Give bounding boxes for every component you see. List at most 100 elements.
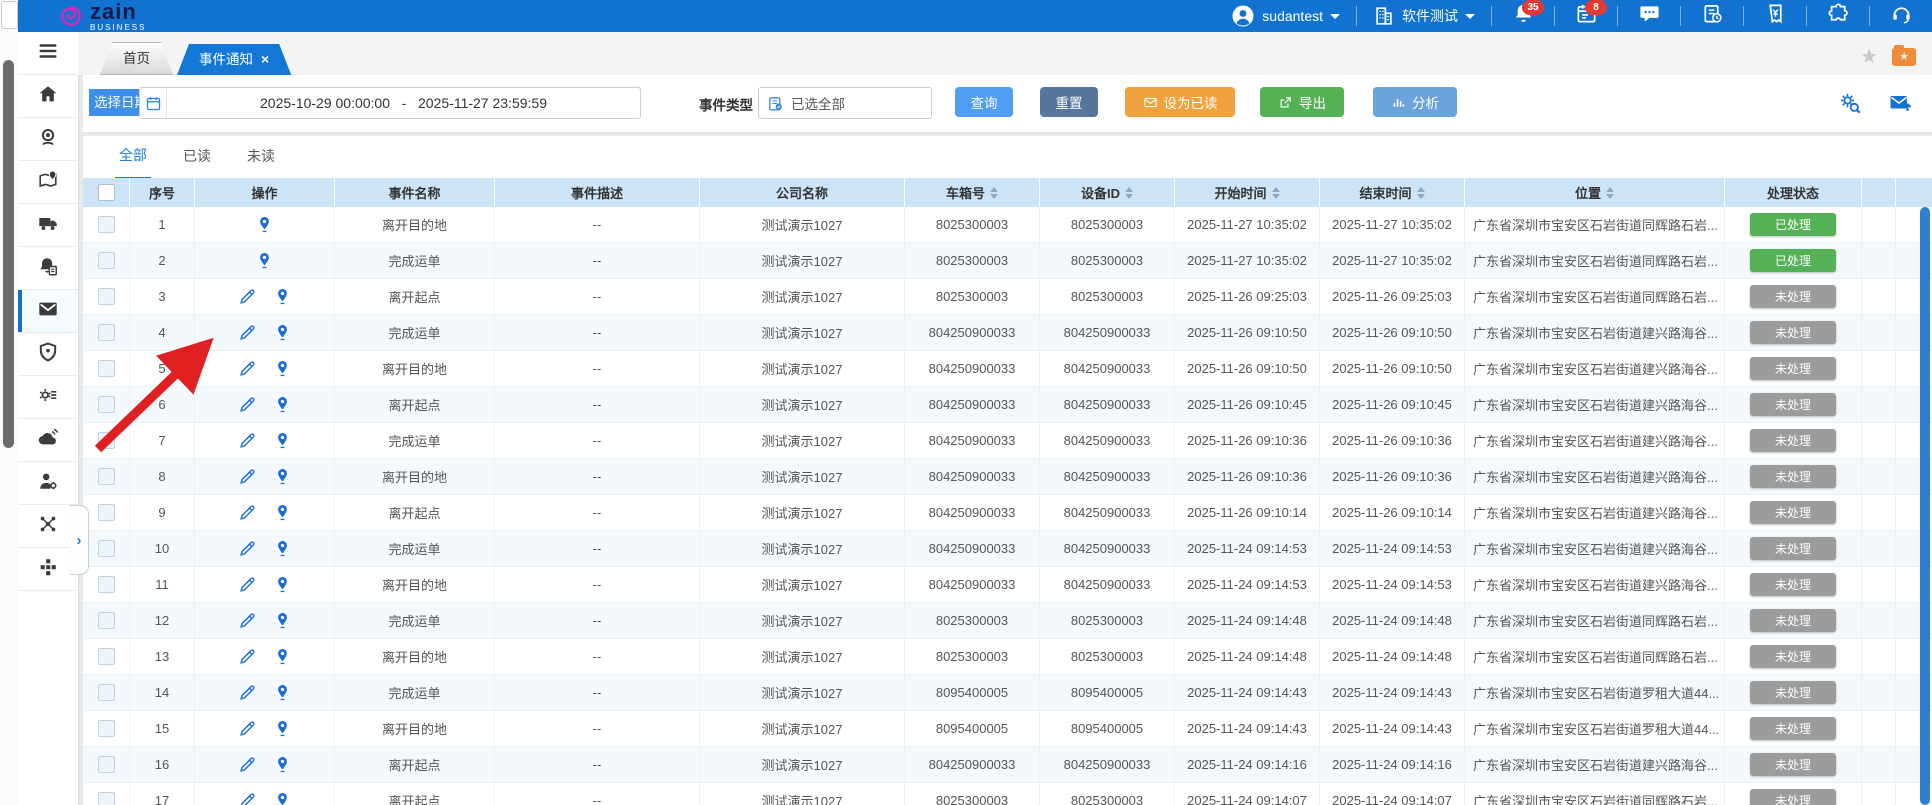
favorite-star-icon[interactable]: ★ (1860, 44, 1878, 69)
row-checkbox[interactable] (98, 684, 115, 701)
org-menu[interactable]: 软件测试 (1357, 0, 1491, 32)
location-pin-icon[interactable] (273, 431, 292, 450)
location-pin-icon[interactable] (273, 539, 292, 558)
view-tab-all[interactable]: 全部 (115, 135, 151, 179)
sidebar-item-iot-cloud[interactable] (18, 419, 78, 462)
plugins-button[interactable] (1807, 0, 1869, 32)
status-badge[interactable]: 未处理 (1750, 393, 1836, 416)
location-pin-icon[interactable] (255, 215, 274, 234)
location-pin-icon[interactable] (273, 359, 292, 378)
row-checkbox[interactable] (98, 216, 115, 233)
sidebar-item-apps[interactable] (18, 548, 78, 591)
sidebar-item-menu[interactable] (18, 32, 78, 75)
settings-search-icon[interactable] (1838, 91, 1862, 115)
edit-pencil-icon[interactable] (238, 719, 257, 738)
location-pin-icon[interactable] (273, 611, 292, 630)
column-header-start-time[interactable]: 开始时间 (1175, 178, 1320, 207)
location-pin-icon[interactable] (273, 395, 292, 414)
status-badge[interactable]: 未处理 (1750, 681, 1836, 704)
row-checkbox[interactable] (98, 360, 115, 377)
edit-pencil-icon[interactable] (238, 647, 257, 666)
location-pin-icon[interactable] (273, 503, 292, 522)
left-scrollbar[interactable] (0, 0, 19, 805)
status-badge[interactable]: 未处理 (1750, 789, 1836, 805)
notifications-button[interactable]: 35 (1492, 0, 1554, 32)
schedule-button[interactable]: 8 (1555, 0, 1617, 32)
status-badge[interactable]: 未处理 (1750, 321, 1836, 344)
column-header-end-time[interactable]: 结束时间 (1320, 178, 1465, 207)
location-pin-icon[interactable] (255, 251, 274, 270)
tab-event-notice[interactable]: 事件通知 × (177, 44, 291, 75)
row-checkbox[interactable] (98, 540, 115, 557)
sidebar-item-home[interactable] (18, 75, 78, 118)
bookmark-folder-icon[interactable]: ★ (1892, 48, 1916, 66)
sidebar-item-vehicle[interactable] (18, 204, 78, 247)
status-badge[interactable]: 未处理 (1750, 537, 1836, 560)
billing-button[interactable] (1744, 0, 1806, 32)
column-header-location[interactable]: 位置 (1465, 178, 1725, 207)
edit-pencil-icon[interactable] (238, 539, 257, 558)
sidebar-item-event-notice[interactable] (18, 290, 78, 333)
messages-button[interactable] (1618, 0, 1680, 32)
select-all-checkbox[interactable] (98, 184, 115, 201)
view-tab-read[interactable]: 已读 (179, 136, 215, 178)
plan-button[interactable] (1681, 0, 1743, 32)
edit-pencil-icon[interactable] (238, 575, 257, 594)
row-checkbox[interactable] (98, 288, 115, 305)
export-button[interactable]: 导出 (1260, 87, 1344, 117)
event-type-select[interactable]: 已选全部 (758, 87, 932, 119)
status-badge[interactable]: 未处理 (1750, 717, 1836, 740)
sort-icon[interactable] (1125, 187, 1133, 199)
view-tab-unread[interactable]: 未读 (243, 136, 279, 178)
row-checkbox[interactable] (98, 792, 115, 805)
tab-home[interactable]: 首页 (100, 42, 173, 75)
row-checkbox[interactable] (98, 612, 115, 629)
location-pin-icon[interactable] (273, 791, 292, 805)
sidebar-expand-chevron[interactable]: › (70, 505, 89, 575)
row-checkbox[interactable] (98, 576, 115, 593)
column-header-device-id[interactable]: 设备ID (1040, 178, 1175, 207)
status-badge[interactable]: 未处理 (1750, 285, 1836, 308)
edit-pencil-icon[interactable] (238, 431, 257, 450)
reset-button[interactable]: 重置 (1040, 87, 1098, 117)
table-scrollbar[interactable] (1920, 207, 1930, 805)
edit-pencil-icon[interactable] (238, 791, 257, 805)
user-menu[interactable]: sudantest (1215, 0, 1356, 32)
row-checkbox[interactable] (98, 252, 115, 269)
sort-icon[interactable] (1417, 187, 1425, 199)
location-pin-icon[interactable] (273, 323, 292, 342)
location-pin-icon[interactable] (273, 575, 292, 594)
sidebar-item-route-map[interactable] (18, 161, 78, 204)
analyze-button[interactable]: 分析 (1373, 87, 1457, 117)
sidebar-item-user-settings[interactable] (18, 462, 78, 505)
table-scrollbar-thumb[interactable] (1920, 207, 1930, 805)
edit-pencil-icon[interactable] (238, 755, 257, 774)
location-pin-icon[interactable] (273, 719, 292, 738)
row-checkbox[interactable] (98, 720, 115, 737)
status-badge[interactable]: 未处理 (1750, 465, 1836, 488)
status-badge[interactable]: 未处理 (1750, 609, 1836, 632)
row-checkbox[interactable] (98, 324, 115, 341)
status-badge[interactable]: 已处理 (1750, 213, 1836, 236)
search-button[interactable]: 查询 (955, 87, 1013, 117)
edit-pencil-icon[interactable] (238, 611, 257, 630)
mark-read-button[interactable]: 设为已读 (1125, 87, 1235, 117)
status-badge[interactable]: 未处理 (1750, 573, 1836, 596)
date-range-input[interactable]: 2025-10-29 00:00:00 - 2025-11-27 23:59:5… (139, 87, 641, 119)
sidebar-item-workflow[interactable] (18, 376, 78, 419)
row-checkbox[interactable] (98, 468, 115, 485)
location-pin-icon[interactable] (273, 287, 292, 306)
status-badge[interactable]: 未处理 (1750, 753, 1836, 776)
location-pin-icon[interactable] (273, 755, 292, 774)
support-button[interactable] (1870, 0, 1932, 32)
edit-pencil-icon[interactable] (238, 395, 257, 414)
edit-pencil-icon[interactable] (238, 287, 257, 306)
row-checkbox[interactable] (98, 432, 115, 449)
location-pin-icon[interactable] (273, 467, 292, 486)
location-pin-icon[interactable] (273, 647, 292, 666)
edit-pencil-icon[interactable] (238, 323, 257, 342)
sidebar-item-alert-report[interactable] (18, 247, 78, 290)
status-badge[interactable]: 未处理 (1750, 357, 1836, 380)
sidebar-item-monitor[interactable] (18, 118, 78, 161)
row-checkbox[interactable] (98, 504, 115, 521)
